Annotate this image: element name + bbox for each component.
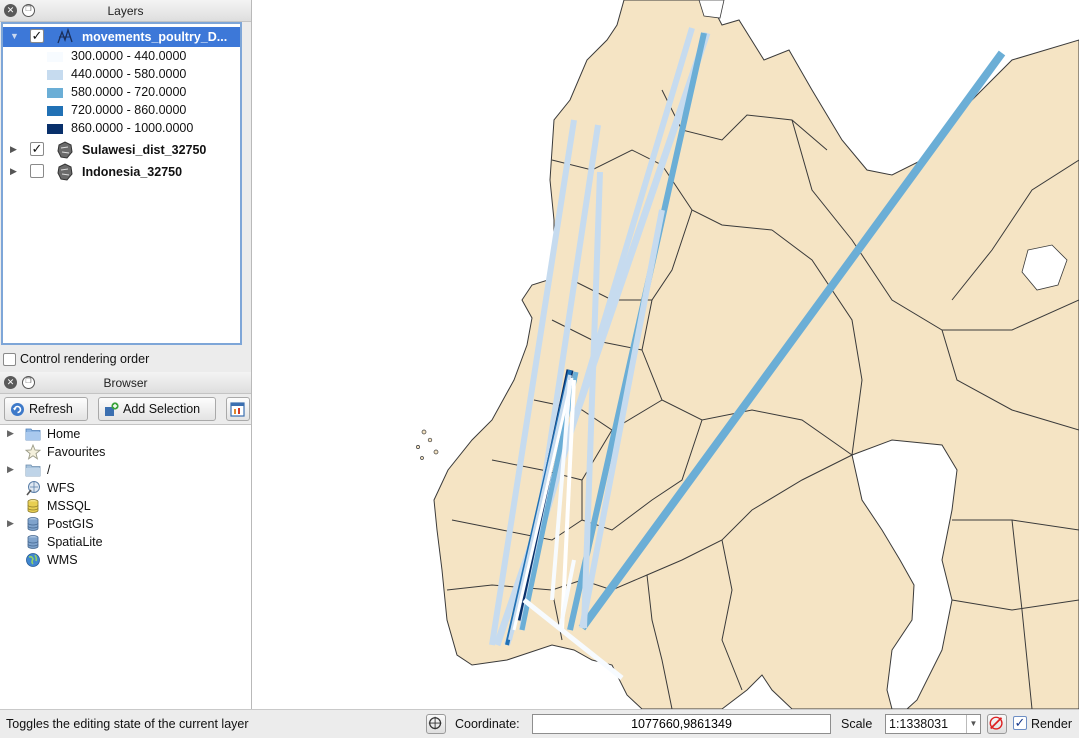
status-bar: Toggles the editing state of the current…	[0, 709, 1079, 738]
browser-item-label: WMS	[47, 553, 78, 567]
expand-arrow-icon[interactable]: ▶	[7, 518, 14, 529]
browser-item-label: /	[47, 463, 51, 477]
scale-value: 1:1338031	[889, 717, 949, 731]
database-icon	[27, 535, 39, 549]
browser-item-label: WFS	[47, 481, 75, 495]
legend-swatch	[47, 124, 63, 134]
legend-label: 860.0000 - 1000.0000	[71, 121, 194, 135]
browser-item-postgis[interactable]: ▶ PostGIS	[0, 515, 250, 533]
layers-tree[interactable]: ▼ ✓ movements_poultry_D... 300.0000 - 44…	[1, 22, 242, 345]
expand-arrow-icon[interactable]: ▶	[7, 464, 14, 475]
coordinate-label: Coordinate:	[455, 717, 520, 731]
map-svg[interactable]	[252, 0, 1079, 709]
browser-toolbar: Refresh Add Selection	[0, 395, 251, 423]
scale-label: Scale	[841, 717, 873, 731]
properties-icon	[230, 402, 245, 417]
folder-icon	[25, 464, 41, 477]
layer-indonesia[interactable]: ▶ Indonesia_32750	[3, 162, 240, 182]
render-label: Render	[1031, 717, 1072, 731]
refresh-button[interactable]: Refresh	[4, 397, 88, 421]
add-selection-label: Add Selection	[123, 402, 201, 416]
layer-movements-poultry[interactable]: ▼ ✓ movements_poultry_D...	[3, 27, 240, 47]
render-checkbox[interactable]: ✓	[1013, 716, 1027, 730]
layer-name: movements_poultry_D...	[82, 30, 228, 44]
browser-item-label: MSSQL	[47, 499, 91, 513]
islets	[416, 429, 439, 460]
legend-swatch	[47, 52, 63, 62]
layer-visibility-checkbox[interactable]: ✓	[30, 29, 44, 43]
browser-item-spatialite[interactable]: SpatiaLite	[0, 533, 250, 551]
legend-swatch	[47, 88, 63, 98]
properties-button[interactable]	[226, 397, 250, 421]
browser-item-favourites[interactable]: Favourites	[0, 443, 250, 461]
legend-swatch	[47, 106, 63, 116]
layers-title: Layers	[107, 4, 144, 18]
legend-label: 580.0000 - 720.0000	[71, 85, 187, 99]
browser-item-home[interactable]: ▶ Home	[0, 425, 250, 443]
control-rendering-order-checkbox[interactable]	[3, 353, 16, 366]
legend-label: 720.0000 - 860.0000	[71, 103, 187, 117]
control-rendering-order[interactable]: Control rendering order	[0, 350, 251, 370]
database-icon	[27, 499, 39, 513]
browser-item-label: Favourites	[47, 445, 106, 459]
folder-icon	[25, 428, 41, 441]
line-layer-icon	[57, 28, 73, 44]
browser-tree[interactable]: ▶ Home Favourites ▶ / WFS MSSQL ▶ PostGI…	[0, 424, 251, 709]
star-icon	[25, 444, 41, 460]
left-dock: ✕ ❐ Layers ▼ ✓ movements_poultry_D... 30…	[0, 0, 252, 709]
control-rendering-order-label: Control rendering order	[20, 352, 150, 366]
scale-combobox[interactable]: 1:1338031 ▼	[885, 714, 981, 734]
stop-render-icon	[989, 716, 1003, 730]
legend-item: 440.0000 - 580.0000	[47, 66, 237, 84]
database-icon	[27, 517, 39, 531]
expand-arrow-icon[interactable]: ▶	[10, 144, 17, 155]
globe-icon	[26, 553, 40, 567]
legend-label: 440.0000 - 580.0000	[71, 67, 187, 81]
legend-label: 300.0000 - 440.0000	[71, 49, 187, 63]
legend-item: 580.0000 - 720.0000	[47, 84, 237, 102]
browser-titlebar: ✕ ❐ Browser	[0, 372, 251, 394]
map-canvas[interactable]	[252, 0, 1079, 709]
browser-item-label: Home	[47, 427, 81, 441]
mouse-coordinates-icon	[428, 716, 442, 730]
layers-titlebar: ✕ ❐ Layers	[0, 0, 251, 22]
legend-swatch	[47, 70, 63, 80]
browser-item-root[interactable]: ▶ /	[0, 461, 250, 479]
expand-arrow-icon[interactable]: ▶	[10, 166, 17, 177]
stop-rendering-button[interactable]	[987, 714, 1007, 734]
legend-item: 860.0000 - 1000.0000	[47, 120, 237, 138]
layer-name: Indonesia_32750	[82, 165, 183, 179]
polygon-layer-icon	[57, 141, 73, 159]
browser-item-label: PostGIS	[47, 517, 94, 531]
browser-item-label: SpatiaLite	[47, 535, 103, 549]
refresh-label: Refresh	[29, 402, 73, 416]
layer-visibility-checkbox[interactable]	[30, 164, 44, 178]
add-selection-button[interactable]: Add Selection	[98, 397, 216, 421]
chevron-down-icon[interactable]: ▼	[966, 715, 980, 733]
browser-item-mssql[interactable]: MSSQL	[0, 497, 250, 515]
layer-visibility-checkbox[interactable]: ✓	[30, 142, 44, 156]
wfs-icon	[26, 481, 40, 496]
browser-item-wfs[interactable]: WFS	[0, 479, 250, 497]
status-message: Toggles the editing state of the current…	[6, 717, 249, 731]
collapse-arrow-icon[interactable]: ▼	[10, 31, 19, 41]
layer-sulawesi-dist[interactable]: ▶ ✓ Sulawesi_dist_32750	[3, 140, 240, 160]
refresh-icon	[11, 403, 24, 416]
browser-title: Browser	[103, 376, 148, 390]
expand-arrow-icon[interactable]: ▶	[7, 428, 14, 439]
legend-item: 300.0000 - 440.0000	[47, 48, 237, 66]
layer-name: Sulawesi_dist_32750	[82, 143, 207, 157]
add-layer-icon	[105, 402, 119, 416]
coordinate-field[interactable]	[532, 714, 831, 734]
toggle-extents-button[interactable]	[426, 714, 446, 734]
browser-item-wms[interactable]: WMS	[0, 551, 250, 569]
polygon-layer-icon	[57, 163, 73, 181]
legend-item: 720.0000 - 860.0000	[47, 102, 237, 120]
